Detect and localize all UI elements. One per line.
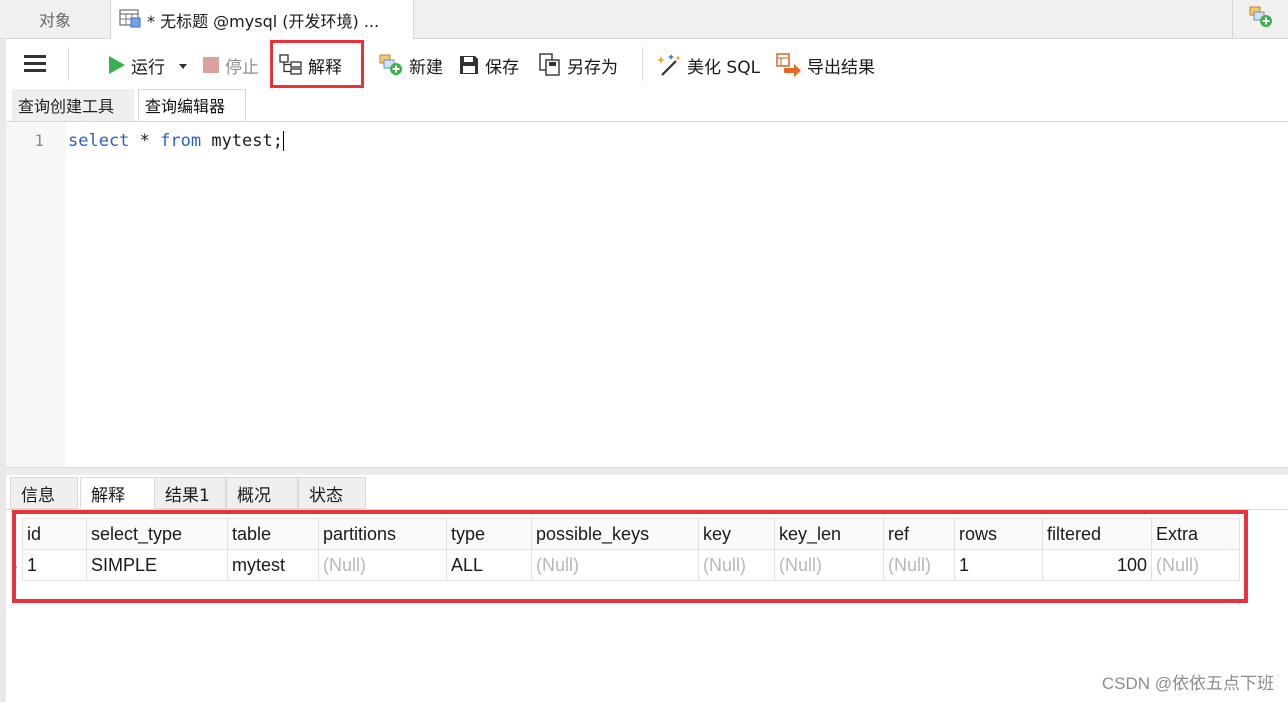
save-as-button[interactable]: 另存为: [538, 51, 618, 79]
sql-keyword-select: select: [68, 131, 130, 151]
tab-result-1[interactable]: 结果1: [154, 477, 226, 509]
save-button[interactable]: 保存: [458, 51, 519, 79]
line-number-gutter: [6, 122, 66, 467]
tab-overview[interactable]: 概况: [226, 477, 298, 509]
toolbar-divider: [68, 47, 69, 81]
line-number: 1: [34, 131, 44, 150]
tab-query-builder[interactable]: 查询创建工具: [12, 89, 134, 121]
save-as-icon: [538, 53, 562, 77]
tab-objects-label: 对象: [38, 11, 71, 30]
tab-explain[interactable]: 解释: [80, 477, 156, 509]
tab-status[interactable]: 状态: [298, 477, 366, 509]
sql-editor[interactable]: [6, 122, 1288, 467]
tab-query-builder-label: 查询创建工具: [18, 97, 115, 116]
tab-untitled-query[interactable]: * 无标题 @mysql (开发环境) ...: [111, 0, 414, 39]
save-icon: [458, 54, 480, 76]
tab-objects[interactable]: 对象: [0, 0, 111, 38]
result-highlight-box: [12, 510, 1248, 603]
beautify-sql-button[interactable]: 美化 SQL: [656, 51, 760, 79]
watermark: CSDN @依依五点下班: [1101, 674, 1274, 693]
play-icon: [106, 55, 126, 75]
query-table-icon: [119, 8, 141, 32]
sql-table-name: mytest;: [201, 131, 283, 151]
stop-button[interactable]: 停止: [202, 51, 259, 79]
save-label: 保存: [485, 57, 519, 78]
run-dropdown-button[interactable]: [178, 51, 188, 79]
export-results-button[interactable]: 导出结果: [776, 51, 875, 79]
save-as-label: 另存为: [567, 57, 618, 78]
tab-status-label: 状态: [309, 485, 343, 506]
explain-highlight-box: [270, 40, 364, 88]
add-tab-icon: [1248, 5, 1274, 33]
result-tabs: 信息 解释 结果1 概况 状态: [6, 475, 1288, 510]
menu-button[interactable]: [24, 51, 46, 79]
tab-untitled-query-label: * 无标题 @mysql (开发环境) ...: [147, 11, 380, 31]
sql-code-line[interactable]: select * from mytest;: [68, 131, 284, 151]
toolbar-divider: [642, 47, 643, 81]
new-query-icon: [378, 53, 404, 77]
sql-keyword-from: from: [160, 131, 202, 151]
tab-info[interactable]: 信息: [10, 477, 78, 509]
query-toolbar: 运行 停止 解释 新建 保存 另存为 美化 SQL 导出结果: [6, 39, 1288, 91]
beautify-sql-label: 美化 SQL: [687, 57, 761, 78]
sql-star: *: [129, 131, 161, 151]
tab-query-editor-label: 查询编辑器: [145, 97, 226, 116]
run-button[interactable]: 运行: [106, 51, 165, 79]
export-results-label: 导出结果: [807, 57, 875, 78]
stop-icon: [202, 56, 220, 74]
magic-wand-icon: [656, 53, 682, 77]
stop-label: 停止: [225, 57, 259, 78]
hamburger-menu-icon: [24, 53, 46, 78]
run-label: 运行: [131, 57, 165, 78]
tab-overview-label: 概况: [237, 485, 271, 506]
caret-down-icon: [178, 55, 188, 75]
text-cursor: [282, 131, 284, 151]
new-label: 新建: [409, 57, 443, 78]
tab-result-1-label: 结果1: [165, 485, 210, 506]
editor-mode-tabs: 查询创建工具 查询编辑器: [6, 89, 1288, 122]
tab-explain-label: 解释: [91, 485, 125, 506]
tab-query-editor[interactable]: 查询编辑器: [138, 89, 246, 121]
new-button[interactable]: 新建: [378, 51, 443, 79]
tab-info-label: 信息: [21, 485, 55, 506]
export-icon: [776, 53, 802, 77]
new-query-button[interactable]: [1232, 0, 1288, 38]
